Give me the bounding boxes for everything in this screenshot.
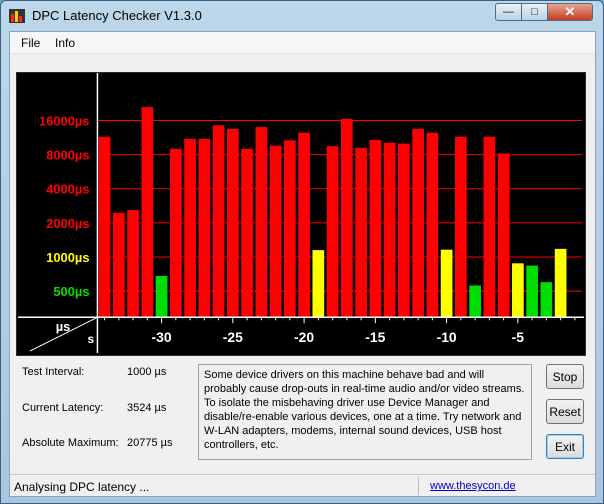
latency-bar — [540, 282, 553, 318]
current-latency-value: 3524 µs — [127, 402, 167, 414]
y-tick-label: 500µs — [53, 284, 89, 299]
maximize-icon: □ — [531, 6, 538, 18]
x-tick-label: -30 — [152, 329, 172, 345]
latency-bar — [226, 128, 239, 318]
close-icon: ✕ — [564, 4, 576, 19]
x-tick-label: -5 — [512, 329, 525, 345]
latency-chart: 16000µs 8000µs 4000µs 2000µs 1000µs 500µs µs s -… — [16, 72, 586, 356]
app-icon — [9, 9, 25, 23]
x-tick-label: -10 — [437, 329, 457, 345]
exit-button[interactable]: Exit — [546, 434, 584, 459]
window-title: DPC Latency Checker V1.3.0 — [32, 8, 202, 23]
x-unit-label: s — [88, 332, 95, 346]
minimize-button[interactable]: — — [495, 3, 522, 21]
message-box: Some device drivers on this machine beha… — [198, 364, 532, 460]
latency-bar — [141, 107, 154, 318]
latency-bar — [112, 212, 125, 318]
latency-bar — [440, 249, 453, 318]
x-tick-label: -25 — [223, 329, 243, 345]
latency-bar — [526, 265, 538, 318]
latency-bar — [212, 125, 225, 318]
latency-bar — [469, 285, 481, 318]
y-tick-label: 2000µs — [46, 216, 89, 231]
menu-bar: File Info — [10, 32, 595, 54]
latency-bar — [169, 148, 182, 318]
latency-bar — [412, 128, 424, 318]
absolute-maximum-label: Absolute Maximum: — [22, 437, 119, 449]
title-bar[interactable]: DPC Latency Checker V1.3.0 — □ ✕ — [1, 1, 603, 31]
y-tick-label: 4000µs — [46, 182, 89, 197]
latency-bar — [255, 127, 268, 318]
latency-bar — [298, 132, 310, 318]
close-button[interactable]: ✕ — [547, 3, 593, 21]
latency-bar — [369, 139, 382, 318]
latency-bar — [483, 136, 496, 318]
latency-bar — [455, 136, 467, 318]
latency-bar — [198, 138, 211, 318]
status-bar: Analysing DPC latency ... www.thesycon.d… — [10, 474, 595, 496]
latency-bar — [426, 132, 439, 318]
y-tick-label: 8000µs — [46, 148, 89, 163]
latency-bar — [269, 145, 282, 318]
latency-bar — [398, 143, 410, 318]
y-tick-label: 16000µs — [39, 113, 89, 128]
minimize-icon: — — [503, 6, 514, 18]
menu-info[interactable]: Info — [55, 36, 75, 50]
y-tick-label: 1000µs — [46, 250, 89, 265]
reset-button[interactable]: Reset — [546, 399, 584, 424]
latency-bar — [155, 275, 168, 318]
latency-bar — [554, 248, 567, 318]
test-interval-label: Test Interval: — [22, 366, 85, 378]
website-link[interactable]: www.thesycon.de — [430, 480, 516, 492]
app-window: DPC Latency Checker V1.3.0 — □ ✕ File In… — [0, 0, 604, 504]
latency-bar — [284, 140, 296, 318]
latency-bar — [241, 148, 253, 318]
maximize-button[interactable]: □ — [521, 3, 548, 21]
latency-bar — [497, 153, 510, 318]
client-area: File Info 16000µs 8000µs 4000µs 2000µs 1000µ… — [9, 31, 596, 497]
latency-bar — [98, 136, 111, 318]
latency-bar — [341, 119, 353, 318]
latency-bar — [312, 250, 325, 318]
latency-bar — [184, 138, 196, 318]
latency-bar — [512, 263, 524, 318]
status-text: Analysing DPC latency ... — [14, 480, 150, 494]
test-interval-value: 1000 µs — [127, 366, 167, 378]
stop-button[interactable]: Stop — [546, 364, 584, 389]
status-separator — [418, 477, 419, 495]
latency-bar — [383, 142, 396, 318]
current-latency-label: Current Latency: — [22, 402, 104, 414]
latency-bar — [326, 146, 339, 318]
latency-bar — [127, 209, 139, 318]
absolute-maximum-value: 20775 µs — [127, 437, 173, 449]
menu-file[interactable]: File — [21, 36, 40, 50]
latency-bar — [355, 147, 367, 318]
y-unit-label: µs — [56, 319, 71, 334]
x-tick-label: -15 — [365, 329, 385, 345]
x-tick-label: -20 — [294, 329, 314, 345]
